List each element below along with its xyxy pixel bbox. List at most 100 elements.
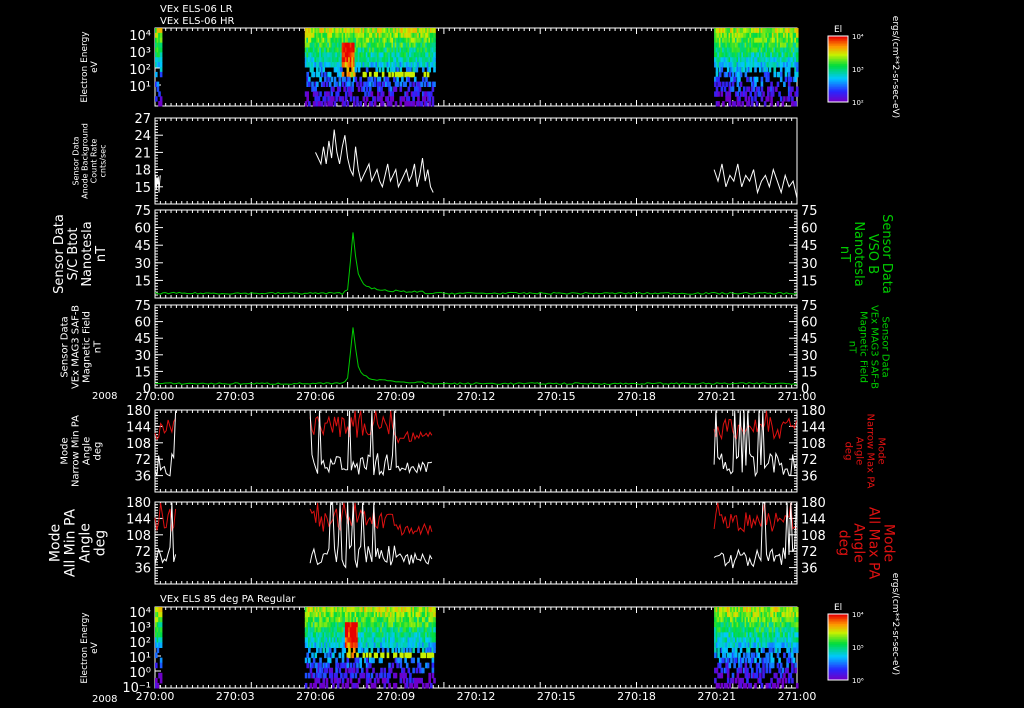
spectrogram-cell: [717, 76, 720, 83]
y-tick-label-right: 108: [801, 529, 826, 544]
spectrogram-cell: [373, 96, 377, 102]
spectrogram-cell: [433, 607, 436, 613]
spectrogram-cell: [728, 81, 732, 87]
spectrogram-cell: [423, 96, 427, 102]
spectrogram-cell: [346, 677, 350, 684]
spectrogram-cell: [760, 81, 764, 87]
spectrogram-cell: [404, 657, 407, 664]
spectrogram-cell: [308, 657, 311, 664]
spectrogram-cell: [421, 667, 425, 674]
spectrogram-cell: [767, 71, 770, 78]
spectrogram-cell: [388, 71, 391, 78]
spectrogram-cell: [723, 86, 727, 92]
y-tick-label: 72: [134, 545, 151, 560]
spectrogram-cell: [739, 682, 743, 689]
btot-ylabel-right-line: VSO B: [865, 234, 880, 274]
spectrogram-cell: [159, 47, 163, 53]
spectrogram-cell: [717, 682, 720, 689]
y-tick-label: 27: [134, 112, 151, 127]
x-tick-label-mid: 270:03: [216, 390, 255, 403]
spectrogram-cell: [306, 96, 310, 102]
y-tick-label-right: 15: [801, 274, 818, 289]
spectrogram-cell: [380, 86, 383, 92]
spectrogram-cell: [306, 71, 310, 78]
spectrogram-cell: [373, 81, 377, 87]
spectrogram-cell: [372, 667, 375, 674]
spectrogram-cell: [330, 91, 334, 97]
spectrogram-cell: [726, 677, 730, 684]
spectrogram-cell: [736, 81, 740, 87]
y-tick-label: 30: [134, 349, 151, 364]
spectrogram-cell: [720, 67, 724, 73]
spectrogram-cell: [413, 76, 417, 83]
spectrogram-cell: [715, 86, 719, 92]
spectrogram-cell: [311, 67, 314, 73]
spectrogram-cell: [340, 672, 343, 679]
spectrogram-cell: [344, 667, 348, 674]
spectrogram-cell: [433, 622, 436, 628]
x-tick-label-mid: 270:18: [617, 390, 656, 403]
spectrogram-cell: [787, 96, 791, 102]
spectrogram-cell: [765, 67, 769, 73]
spectrogram-cell: [742, 86, 746, 92]
spectrogram-cell: [754, 91, 757, 97]
spectrogram-cell: [747, 86, 751, 92]
spectrogram-cell: [428, 81, 431, 87]
spectrogram-cell: [391, 71, 395, 78]
spectrogram-cell: [399, 86, 403, 92]
spectrogram-cell: [425, 76, 428, 83]
spectrogram-cell: [391, 647, 395, 654]
spectrogram-cell: [325, 682, 329, 689]
all-pa-ylabel-right-line: deg: [836, 530, 852, 556]
spectrogram-cell: [381, 647, 385, 654]
spectrogram-cell: [776, 81, 780, 87]
spectrogram-cell: [775, 86, 778, 92]
spectrogram-cell: [795, 52, 799, 58]
spectrogram-cell: [433, 677, 436, 684]
spectrogram-cell: [159, 662, 163, 669]
y-tick-label: 10¹: [129, 80, 151, 95]
btot-ylabel-right-line: Sensor Data: [879, 214, 894, 294]
btot-ylabel-line: Nanotesla: [80, 221, 95, 286]
spectrogram-cell: [723, 652, 727, 659]
spectrogram-cell: [389, 101, 393, 107]
all-pa-ylabel-right-line: Mode: [881, 524, 897, 562]
spectrogram-cell: [725, 682, 728, 689]
spectrogram-cell: [423, 81, 427, 87]
spectrogram-cell: [159, 37, 163, 44]
spectrogram-cell: [359, 76, 362, 83]
narrow-pa-ylabel-right-line: Angle: [854, 437, 865, 465]
spectrogram-cell: [304, 672, 308, 679]
spectrogram-cell: [383, 667, 387, 674]
spectrogram-cell: [328, 81, 332, 87]
spectrogram-cell: [327, 91, 330, 97]
spectrogram-cell: [754, 96, 757, 102]
spectrogram-cell: [159, 96, 163, 102]
spectrogram-cell: [159, 607, 163, 613]
spectrogram-cell: [722, 101, 725, 107]
spectrogram-cell: [343, 76, 346, 83]
spectrogram-cell: [433, 52, 436, 58]
spectrogram-cell: [722, 657, 725, 664]
spectrogram-cell: [386, 647, 390, 654]
spectrogram-cell: [431, 657, 435, 664]
y-tick-label: 10¹: [129, 651, 151, 666]
spectrogram-cell: [433, 617, 436, 623]
spectrogram-cell: [396, 76, 399, 83]
spectrogram-cell: [351, 86, 354, 92]
spectrogram-cell: [325, 667, 329, 674]
spectrogram-cell: [341, 677, 345, 684]
spectrogram-cell: [322, 647, 326, 654]
spectrogram-cell: [726, 672, 730, 679]
spectrogram-cell: [401, 76, 404, 83]
colorbar-top-tick-label: 10⁴: [852, 33, 864, 41]
spectrogram-cell: [375, 67, 379, 73]
spectrogram-cell: [393, 76, 396, 83]
spectrogram-cell: [736, 672, 740, 679]
spectrogram-cell: [409, 672, 412, 679]
all-pa-ylabel-line: Angle: [78, 523, 94, 563]
spectrogram-cell: [373, 682, 377, 689]
spectrogram-cell: [407, 96, 411, 102]
spectrogram-cell: [348, 652, 351, 659]
spectrogram-cell: [394, 682, 398, 689]
